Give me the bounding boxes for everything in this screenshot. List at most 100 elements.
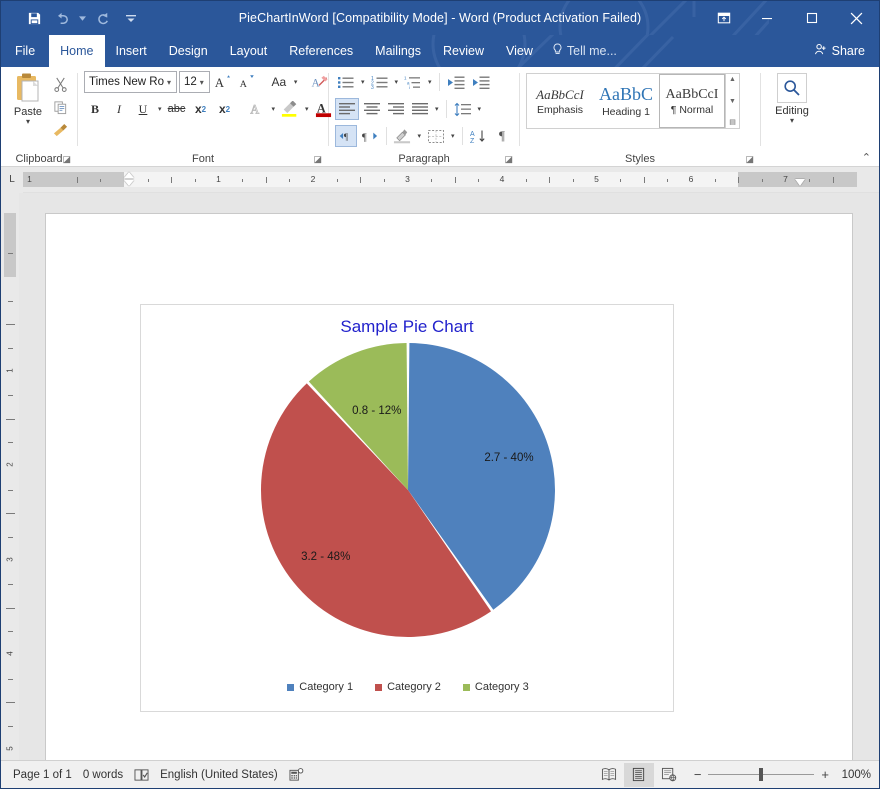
zoom-slider[interactable]: − + (694, 770, 829, 780)
change-case-button[interactable]: Aa (268, 71, 290, 93)
view-print-layout-button[interactable] (624, 763, 654, 787)
grow-font-button[interactable]: A (212, 71, 234, 93)
ribbon-display-options-icon[interactable] (704, 1, 744, 35)
tell-me-box[interactable]: Tell me... (544, 35, 625, 67)
legend-item[interactable]: Category 3 (463, 681, 529, 693)
paragraph-dialog-launcher-icon[interactable]: ◪ (504, 154, 513, 165)
borders-dropdown-icon[interactable]: ▾ (449, 125, 457, 147)
multilevel-list-dropdown-icon[interactable]: ▾ (426, 71, 434, 93)
undo-icon[interactable] (49, 5, 75, 31)
status-page[interactable]: Page 1 of 1 (13, 769, 83, 781)
align-right-button[interactable] (385, 98, 407, 120)
font-size-combo[interactable]: 12 ▾ (179, 71, 210, 93)
numbering-button[interactable]: 123 (369, 71, 391, 93)
clipboard-dialog-launcher-icon[interactable]: ◪ (62, 154, 71, 165)
left-indent-marker[interactable] (124, 180, 134, 186)
superscript-button[interactable]: x2 (214, 98, 236, 120)
borders-button[interactable] (425, 125, 447, 147)
text-effects-dropdown-icon[interactable]: ▾ (270, 98, 278, 120)
zoom-out-button[interactable]: − (694, 770, 702, 780)
bullets-button[interactable] (335, 71, 357, 93)
zoom-in-button[interactable]: + (821, 770, 829, 780)
maximize-icon[interactable] (789, 1, 834, 35)
align-left-button[interactable] (335, 98, 359, 120)
cut-icon[interactable] (49, 74, 71, 94)
document-canvas[interactable]: Sample Pie Chart 2.7 - 40%3.2 - 48%0.8 -… (19, 193, 879, 760)
macro-recording-icon[interactable] (289, 768, 315, 782)
shading-button[interactable] (391, 125, 413, 147)
zoom-track[interactable] (708, 774, 814, 775)
legend-item[interactable]: Category 1 (287, 681, 353, 693)
first-line-indent-marker[interactable] (124, 172, 134, 178)
highlight-dropdown-icon[interactable]: ▾ (303, 98, 311, 120)
status-word-count[interactable]: 0 words (83, 769, 134, 781)
tab-home[interactable]: Home (49, 35, 104, 67)
shrink-font-button[interactable]: A (236, 71, 258, 93)
justify-dropdown-icon[interactable]: ▾ (433, 98, 441, 120)
show-formatting-marks-button[interactable]: ¶ (491, 125, 513, 147)
view-web-layout-button[interactable] (654, 763, 684, 787)
zoom-level[interactable]: 100% (837, 769, 871, 781)
font-name-combo[interactable]: Times New Ro ▾ (84, 71, 177, 93)
more-styles-icon[interactable]: ▤ (729, 118, 736, 127)
sort-button[interactable]: AZ (467, 125, 489, 147)
bold-button[interactable]: B (84, 98, 106, 120)
share-button[interactable]: Share (802, 35, 879, 67)
italic-button[interactable]: I (108, 98, 130, 120)
line-spacing-button[interactable] (452, 98, 474, 120)
styles-dialog-launcher-icon[interactable]: ◪ (745, 154, 754, 165)
paste-button[interactable]: Paste ▾ (7, 71, 49, 126)
align-center-button[interactable] (361, 98, 383, 120)
text-effects-button[interactable]: A (246, 98, 268, 120)
proofing-errors-icon[interactable] (134, 768, 160, 782)
change-case-dropdown-icon[interactable]: ▾ (292, 71, 300, 93)
style-normal[interactable]: AaBbCcI ¶ Normal (659, 74, 725, 128)
rtl-text-direction-button[interactable]: ¶ (359, 125, 381, 147)
underline-dropdown-icon[interactable]: ▾ (156, 98, 164, 120)
tab-review[interactable]: Review (432, 35, 495, 67)
underline-button[interactable]: U (132, 98, 154, 120)
strikethrough-button[interactable]: abc (166, 98, 188, 120)
pie-chart-object[interactable]: Sample Pie Chart 2.7 - 40%3.2 - 48%0.8 -… (140, 304, 674, 712)
line-spacing-dropdown-icon[interactable]: ▾ (476, 98, 484, 120)
copy-icon[interactable] (49, 97, 71, 117)
tab-layout[interactable]: Layout (219, 35, 279, 67)
right-indent-marker[interactable] (795, 179, 805, 186)
tab-mailings[interactable]: Mailings (364, 35, 432, 67)
tab-design[interactable]: Design (158, 35, 219, 67)
style-heading-1[interactable]: AaBbC Heading 1 (593, 74, 659, 128)
tab-references[interactable]: References (278, 35, 364, 67)
horizontal-ruler[interactable]: 12345671 (23, 172, 857, 187)
editing-button[interactable]: Editing ▾ (767, 71, 817, 125)
undo-dropdown-icon[interactable] (77, 7, 88, 29)
paste-dropdown-icon[interactable]: ▾ (26, 118, 30, 126)
justify-button[interactable] (409, 98, 431, 120)
close-icon[interactable] (834, 1, 879, 35)
numbering-dropdown-icon[interactable]: ▾ (393, 71, 401, 93)
shading-dropdown-icon[interactable]: ▾ (415, 125, 423, 147)
minimize-icon[interactable] (744, 1, 789, 35)
multilevel-list-button[interactable]: 1ai (402, 71, 424, 93)
subscript-button[interactable]: x2 (190, 98, 212, 120)
format-painter-icon[interactable] (49, 120, 71, 140)
tab-insert[interactable]: Insert (105, 35, 158, 67)
customize-qat-icon[interactable] (118, 5, 144, 31)
ltr-text-direction-button[interactable]: ¶ (335, 125, 357, 147)
tab-view[interactable]: View (495, 35, 544, 67)
save-icon[interactable] (21, 5, 47, 31)
bullets-dropdown-icon[interactable]: ▾ (359, 71, 367, 93)
tab-stop-selector[interactable]: L (1, 167, 23, 193)
editing-dropdown-icon[interactable]: ▾ (790, 117, 794, 125)
highlight-button[interactable] (279, 98, 301, 120)
zoom-thumb[interactable] (759, 768, 763, 781)
collapse-ribbon-icon[interactable]: ⌃ (862, 151, 871, 164)
vertical-ruler[interactable]: 123451 (1, 193, 19, 760)
tab-file[interactable]: File (1, 35, 49, 67)
scroll-up-icon[interactable]: ▲ (729, 75, 736, 84)
decrease-indent-button[interactable] (445, 71, 468, 93)
status-language[interactable]: English (United States) (160, 769, 289, 781)
font-dialog-launcher-icon[interactable]: ◪ (313, 154, 322, 165)
redo-icon[interactable] (90, 5, 116, 31)
document-page[interactable]: Sample Pie Chart 2.7 - 40%3.2 - 48%0.8 -… (45, 213, 853, 760)
increase-indent-button[interactable] (470, 71, 493, 93)
